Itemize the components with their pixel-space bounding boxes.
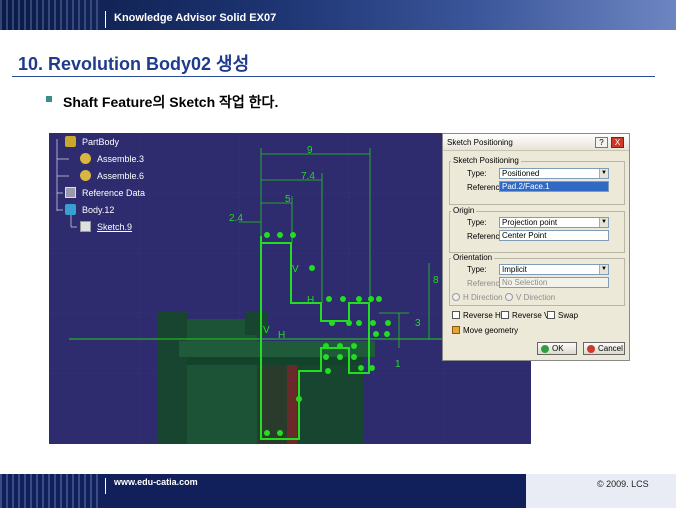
bullet-square-icon bbox=[46, 96, 52, 102]
dim-5: 5 bbox=[285, 194, 291, 205]
move-geometry-checkbox[interactable] bbox=[452, 326, 460, 334]
h-direction-radio[interactable] bbox=[452, 293, 460, 301]
dialog-title: Sketch Positioning bbox=[447, 138, 513, 147]
cancel-icon bbox=[587, 345, 595, 353]
assemble-icon[interactable] bbox=[80, 170, 91, 181]
dim-1: 1 bbox=[395, 359, 401, 370]
partbody-icon[interactable] bbox=[65, 136, 76, 147]
ok-icon bbox=[541, 345, 549, 353]
group-label-origin: Origin bbox=[451, 206, 477, 215]
reverse-h-label: Reverse H bbox=[463, 311, 501, 320]
cancel-button[interactable]: Cancel bbox=[583, 342, 625, 355]
dim-8: 8 bbox=[433, 275, 439, 286]
reference-icon[interactable] bbox=[65, 187, 76, 198]
assemble-icon[interactable] bbox=[80, 153, 91, 164]
sketch-positioning-dialog: Sketch Positioning ? X Sketch Positionin… bbox=[442, 133, 630, 361]
origin-type-value: Projection point bbox=[502, 218, 558, 227]
group-label-sketch-positioning: Sketch Positioning bbox=[451, 156, 521, 165]
move-geometry-label: Move geometry bbox=[463, 326, 519, 335]
footer-band bbox=[0, 474, 676, 508]
type-label: Type: bbox=[467, 169, 487, 178]
dimension-lines bbox=[239, 148, 430, 348]
ok-label: OK bbox=[552, 344, 564, 353]
orientation-type-select[interactable]: Implicit ▼ bbox=[499, 264, 609, 275]
tree-item-reference-data[interactable]: Reference Data bbox=[82, 188, 145, 198]
type-label: Type: bbox=[467, 218, 487, 227]
positioning-type-value: Positioned bbox=[502, 169, 540, 178]
reverse-h-checkbox[interactable] bbox=[452, 311, 460, 319]
header-divider bbox=[105, 11, 106, 28]
v-direction-radio[interactable] bbox=[505, 293, 513, 301]
orientation-type-value: Implicit bbox=[502, 265, 527, 274]
constraint-v-axis: V bbox=[263, 325, 270, 336]
positioning-reference-field[interactable]: Pad.2/Face.1 bbox=[499, 181, 609, 192]
swap-checkbox[interactable] bbox=[547, 311, 555, 319]
v-direction-label: V Direction bbox=[516, 293, 556, 302]
footer-divider bbox=[105, 478, 106, 494]
origin-type-select[interactable]: Projection point ▼ bbox=[499, 217, 609, 228]
origin-reference-field[interactable]: Center Point bbox=[499, 230, 609, 241]
dim-3: 3 bbox=[415, 318, 421, 329]
header-stripes bbox=[0, 0, 100, 30]
title-rule bbox=[12, 76, 655, 77]
type-label: Type: bbox=[467, 265, 487, 274]
tree-item-partbody[interactable]: PartBody bbox=[82, 137, 119, 147]
swap-label: Swap bbox=[558, 311, 579, 320]
dim-7-4: 7.4 bbox=[301, 171, 315, 182]
course-title: Knowledge Advisor Solid EX07 bbox=[114, 12, 277, 24]
dim-9: 9 bbox=[307, 145, 313, 156]
h-direction-label: H Direction bbox=[463, 293, 503, 302]
slide-title: 10. Revolution Body02 생성 bbox=[18, 54, 250, 74]
orientation-reference-field[interactable]: No Selection bbox=[499, 277, 609, 288]
tree-item-sketch-9[interactable]: Sketch.9 bbox=[97, 222, 132, 232]
constraint-h-axis: H bbox=[278, 330, 285, 341]
dim-2-4: 2.4 bbox=[229, 213, 243, 224]
chevron-down-icon[interactable]: ▼ bbox=[599, 265, 608, 274]
reverse-v-label: Reverse V bbox=[512, 311, 550, 320]
help-button[interactable]: ? bbox=[595, 137, 608, 148]
chevron-down-icon[interactable]: ▼ bbox=[599, 218, 608, 227]
header-band: Knowledge Advisor Solid EX07 bbox=[0, 0, 676, 30]
positioning-type-select[interactable]: Positioned ▼ bbox=[499, 168, 609, 179]
ok-button[interactable]: OK bbox=[537, 342, 577, 355]
cancel-label: Cancel bbox=[598, 344, 623, 353]
chevron-down-icon[interactable]: ▼ bbox=[599, 169, 608, 178]
footer-stripes bbox=[0, 474, 100, 508]
footer-copyright: © 2009. LCS bbox=[597, 479, 649, 489]
footer-url[interactable]: www.edu-catia.com bbox=[114, 477, 198, 487]
dialog-titlebar[interactable]: Sketch Positioning ? X bbox=[443, 134, 629, 151]
group-label-orientation: Orientation bbox=[451, 253, 495, 262]
bullet-text: Shaft Feature의 Sketch 작업 한다. bbox=[63, 94, 279, 110]
constraint-v: V bbox=[292, 264, 299, 275]
tree-item-assemble-3[interactable]: Assemble.3 bbox=[97, 154, 144, 164]
tree-item-body-12[interactable]: Body.12 bbox=[82, 205, 114, 215]
sketch-icon[interactable] bbox=[80, 221, 91, 232]
constraint-h: H bbox=[307, 295, 314, 306]
close-button[interactable]: X bbox=[611, 137, 624, 148]
body-icon[interactable] bbox=[65, 204, 76, 215]
tree-item-assemble-6[interactable]: Assemble.6 bbox=[97, 171, 144, 181]
reverse-v-checkbox[interactable] bbox=[501, 311, 509, 319]
